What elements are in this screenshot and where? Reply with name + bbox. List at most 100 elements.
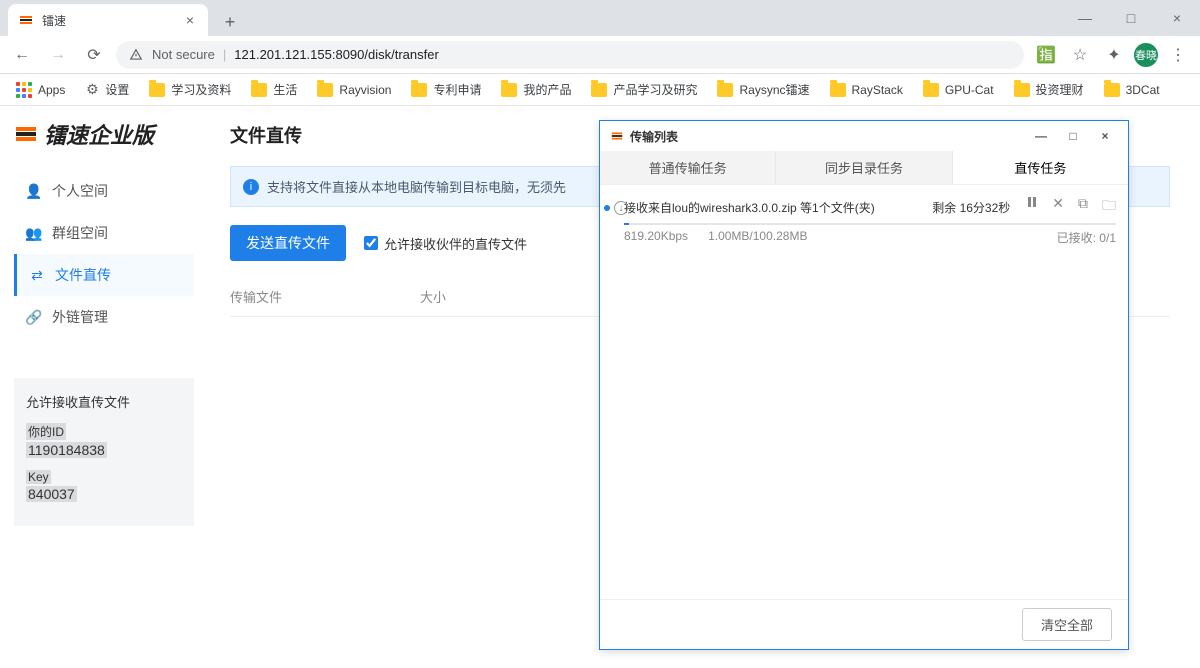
bookmark-folder[interactable]: 投资理财: [1006, 77, 1092, 102]
tab-favicon: [18, 12, 34, 28]
folder-icon: [317, 83, 333, 97]
bookmark-label: 产品学习及研究: [613, 81, 697, 98]
kebab-menu-icon[interactable]: ⋮: [1164, 41, 1192, 69]
address-bar: ← → ⟳ Not secure | 121.201.121.155:8090/…: [0, 36, 1200, 74]
bookmark-label: GPU-Cat: [945, 83, 994, 97]
bookmark-folder[interactable]: 我的产品: [493, 77, 579, 102]
allow-receive-toggle[interactable]: 允许接收伙伴的直传文件: [364, 234, 527, 253]
id-label: 你的ID: [26, 423, 66, 440]
nav-direct-transfer[interactable]: ⇄ 文件直传: [14, 254, 194, 296]
tab-normal[interactable]: 普通传输任务: [600, 151, 776, 184]
apps-shortcut[interactable]: Apps: [8, 78, 73, 102]
folder-icon: [923, 83, 939, 97]
apps-label: Apps: [38, 83, 65, 97]
bookmark-label: 投资理财: [1036, 81, 1084, 98]
popup-titlebar: 传输列表 — □ ×: [600, 121, 1128, 151]
bookmark-folder[interactable]: 生活: [243, 77, 305, 102]
nav-back-button[interactable]: ←: [8, 41, 36, 69]
new-tab-button[interactable]: +: [216, 8, 244, 36]
not-secure-label: Not secure: [152, 47, 215, 62]
folder-icon: [149, 83, 165, 97]
id-value: 1190184838: [26, 442, 107, 458]
tab-sync[interactable]: 同步目录任务: [776, 151, 952, 184]
bookmark-folder[interactable]: GPU-Cat: [915, 79, 1002, 101]
window-minimize-button[interactable]: —: [1062, 0, 1108, 36]
nav-group-space[interactable]: 👥 群组空间: [14, 212, 194, 254]
bookmark-label: 专利申请: [433, 81, 481, 98]
popup-minimize-button[interactable]: —: [1028, 129, 1054, 143]
tab-close-icon[interactable]: ×: [182, 12, 198, 28]
nav-personal-space[interactable]: 👤 个人空间: [14, 170, 194, 212]
bookmark-label: 我的产品: [523, 81, 571, 98]
nav-forward-button[interactable]: →: [44, 41, 72, 69]
bookmark-label: 设置: [105, 81, 129, 98]
bookmark-folder[interactable]: Raysync镭速: [709, 77, 817, 102]
titlebar: 镭速 × + — □ ×: [0, 0, 1200, 36]
nav-label: 文件直传: [55, 265, 111, 285]
task-progress-text: 1.00MB/100.28MB: [708, 229, 807, 246]
url-text: 121.201.121.155:8090/disk/transfer: [234, 47, 439, 62]
allow-receive-checkbox[interactable]: [364, 236, 378, 250]
window-close-button[interactable]: ×: [1154, 0, 1200, 36]
extensions-icon[interactable]: ✦: [1100, 41, 1128, 69]
popup-favicon: [610, 129, 624, 143]
nav-link-manage[interactable]: 🔗 外链管理: [14, 296, 194, 338]
allow-receive-label: 允许接收伙伴的直传文件: [384, 234, 527, 253]
bookmark-folder[interactable]: 3DCat: [1096, 79, 1168, 101]
col-size: 大小: [420, 287, 446, 306]
bookmark-label: 生活: [273, 81, 297, 98]
transfer-task: ↓ 接收来自lou的wireshark3.0.0.zip 等1个文件(夹) 剩余…: [600, 185, 1128, 254]
popup-close-button[interactable]: ×: [1092, 129, 1118, 143]
bookmark-folder[interactable]: 学习及资料: [141, 77, 239, 102]
browser-tab[interactable]: 镭速 ×: [8, 4, 208, 36]
logo-text: 镭速企业版: [44, 118, 154, 150]
nav-label: 外链管理: [52, 307, 108, 327]
app-logo[interactable]: 镭速企业版: [14, 118, 154, 150]
bookmark-folder[interactable]: Rayvision: [309, 79, 399, 101]
task-progress-bar: [624, 223, 629, 225]
gear-icon: ⚙: [85, 83, 99, 97]
bookmark-folder[interactable]: 产品学习及研究: [583, 77, 705, 102]
download-icon: ↓: [614, 201, 628, 215]
transfer-list-popup: 传输列表 — □ × 普通传输任务 同步目录任务 直传任务 ↓ 接收来自lou的…: [599, 120, 1129, 650]
url-box[interactable]: Not secure | 121.201.121.155:8090/disk/t…: [116, 41, 1024, 69]
window-maximize-button[interactable]: □: [1108, 0, 1154, 36]
task-pause-button[interactable]: [1026, 195, 1038, 219]
translate-icon[interactable]: 🈯: [1032, 41, 1060, 69]
folder-icon: [251, 83, 267, 97]
active-dot-icon: [604, 205, 610, 211]
bookmark-star-icon[interactable]: ☆: [1066, 41, 1094, 69]
folder-icon: [1104, 83, 1120, 97]
popup-maximize-button[interactable]: □: [1060, 129, 1086, 143]
tab-direct[interactable]: 直传任务: [953, 151, 1128, 184]
bookmark-label: 3DCat: [1126, 83, 1160, 97]
nav-reload-button[interactable]: ⟳: [80, 41, 108, 69]
task-copy-button[interactable]: ⧉: [1078, 195, 1088, 219]
not-secure-icon: [128, 47, 144, 63]
folder-icon: [411, 83, 427, 97]
task-speed: 819.20Kbps: [624, 229, 688, 246]
receive-card: 允许接收直传文件 你的ID 1190184838 Key 840037: [14, 378, 194, 526]
bookmark-folder[interactable]: RayStack: [822, 79, 911, 101]
bookmark-folder[interactable]: 专利申请: [403, 77, 489, 102]
nav-label: 个人空间: [52, 181, 108, 201]
task-folder-button[interactable]: 🗀: [1102, 195, 1116, 219]
clear-all-button[interactable]: 清空全部: [1022, 608, 1112, 641]
apps-icon: [16, 82, 32, 98]
profile-avatar[interactable]: 春晓: [1134, 43, 1158, 67]
bookmarks-bar: Apps ⚙ 设置 学习及资料 生活 Rayvision 专利申请 我的产品 产…: [0, 74, 1200, 106]
task-cancel-button[interactable]: ✕: [1052, 195, 1064, 219]
card-title: 允许接收直传文件: [26, 392, 182, 411]
logo-icon: [14, 122, 38, 146]
folder-icon: [830, 83, 846, 97]
tab-title: 镭速: [42, 12, 182, 29]
link-icon: 🔗: [26, 309, 42, 325]
task-description: 接收来自lou的wireshark3.0.0.zip 等1个文件(夹): [624, 199, 875, 216]
task-received: 已接收: 0/1: [1057, 229, 1116, 246]
send-file-button[interactable]: 发送直传文件: [230, 225, 346, 261]
task-progress: [624, 223, 1116, 225]
bookmark-settings[interactable]: ⚙ 设置: [77, 77, 137, 102]
col-file: 传输文件: [230, 287, 420, 306]
popup-footer: 清空全部: [600, 599, 1128, 649]
transfer-icon: ⇄: [29, 267, 45, 283]
